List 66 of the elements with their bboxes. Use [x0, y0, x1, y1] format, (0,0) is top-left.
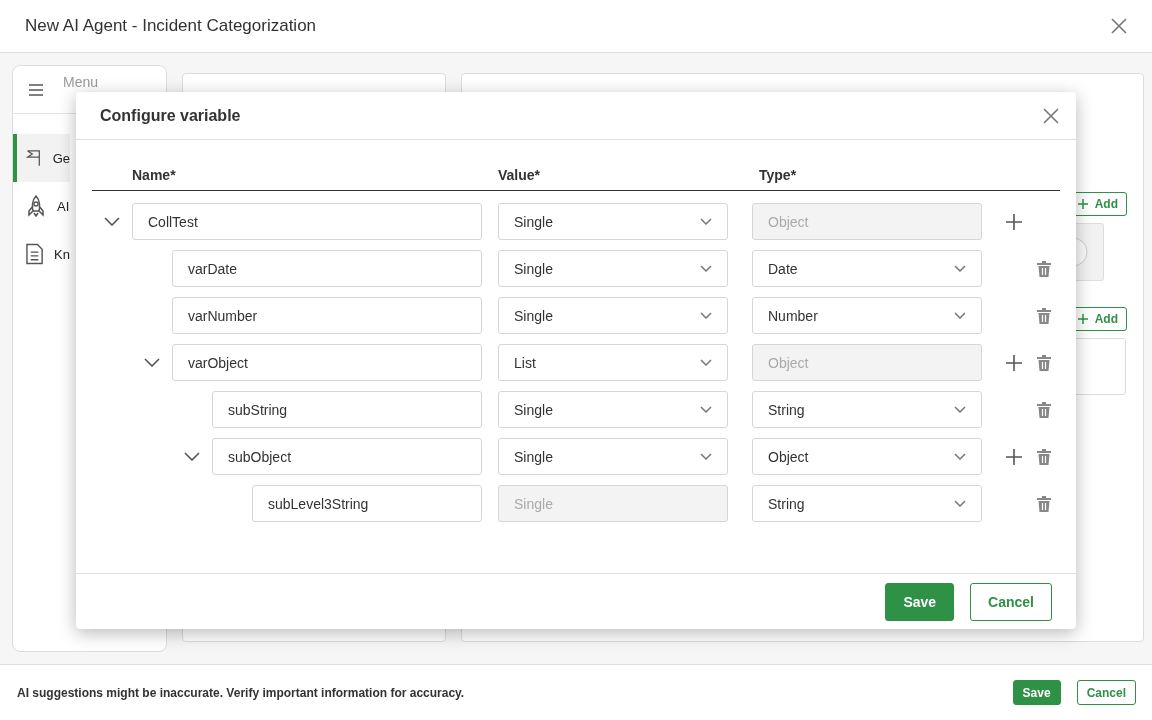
name-field[interactable]: varObject	[172, 344, 482, 381]
trash-icon[interactable]	[1037, 307, 1051, 324]
trash-icon[interactable]	[1037, 448, 1051, 465]
chevron-down-icon	[954, 453, 966, 460]
name-field[interactable]: subLevel3String	[252, 485, 482, 522]
rocket-icon	[26, 195, 46, 217]
window-title: New AI Agent - Incident Categorization	[25, 16, 317, 36]
type-dropdown: Object	[752, 203, 982, 240]
close-icon[interactable]	[1111, 18, 1127, 34]
chevron-down-icon	[700, 265, 712, 272]
column-header: Type*	[759, 167, 797, 183]
chevron-down-icon	[700, 218, 712, 225]
sidebar-item[interactable]: Kn	[13, 230, 70, 278]
sidebar-item[interactable]: AI	[13, 182, 70, 230]
trash-icon[interactable]	[1037, 354, 1051, 371]
document-icon	[26, 243, 44, 265]
plus-icon[interactable]	[1077, 199, 1088, 209]
trash-icon[interactable]	[1037, 401, 1051, 418]
cancel-button[interactable]: Cancel	[1076, 680, 1136, 705]
chevron-down-icon[interactable]	[144, 358, 160, 367]
type-dropdown[interactable]: Object	[752, 438, 982, 475]
name-field[interactable]: CollTest	[132, 203, 482, 240]
trash-icon[interactable]	[1037, 495, 1051, 512]
name-field[interactable]: subString	[212, 391, 482, 428]
value-dropdown[interactable]: Single	[498, 250, 728, 287]
column-header: Value*	[498, 167, 542, 183]
flag-icon	[26, 147, 42, 169]
chevron-down-icon	[700, 312, 712, 319]
chevron-down-icon	[954, 406, 966, 413]
sidebar-item[interactable]: Ge	[13, 134, 70, 182]
chevron-down-icon[interactable]	[104, 217, 120, 226]
save-button[interactable]: Save	[1012, 680, 1061, 705]
type-dropdown: Object	[752, 344, 982, 381]
menu-label: Menu	[63, 74, 99, 89]
plus-icon[interactable]	[1006, 448, 1022, 465]
column-header: Name*	[131, 167, 177, 183]
close-icon[interactable]	[1043, 107, 1059, 124]
type-dropdown[interactable]: Number	[752, 297, 982, 334]
chevron-down-icon	[954, 265, 966, 272]
value-dropdown[interactable]: Single	[498, 438, 728, 475]
cancel-button[interactable]: Cancel	[970, 582, 1052, 621]
chevron-down-icon[interactable]	[184, 452, 200, 461]
chevron-down-icon	[700, 359, 712, 366]
plus-icon[interactable]	[1006, 354, 1022, 371]
type-dropdown[interactable]: Date	[752, 250, 982, 287]
plus-icon[interactable]	[1006, 213, 1022, 230]
type-dropdown[interactable]: String	[752, 391, 982, 428]
disclaimer-text: AI suggestions might be inaccurate. Verify important information for accuracy.	[17, 685, 466, 700]
menu-icon[interactable]	[29, 83, 43, 96]
type-dropdown[interactable]: String	[752, 485, 982, 522]
trash-icon[interactable]	[1037, 260, 1051, 277]
plus-icon[interactable]	[1077, 314, 1088, 324]
value-dropdown[interactable]: List	[498, 344, 728, 381]
chevron-down-icon	[954, 312, 966, 319]
value-dropdown: Single	[498, 485, 728, 522]
value-dropdown[interactable]: Single	[498, 391, 728, 428]
save-button[interactable]: Save	[885, 582, 955, 621]
value-dropdown[interactable]: Single	[498, 297, 728, 334]
name-field[interactable]: varNumber	[172, 297, 482, 334]
value-dropdown[interactable]: Single	[498, 203, 728, 240]
chevron-down-icon	[954, 500, 966, 507]
chevron-down-icon	[700, 406, 712, 413]
name-field[interactable]: subObject	[212, 438, 482, 475]
chevron-down-icon	[700, 453, 712, 460]
dialog-title: Configure variable	[100, 106, 241, 125]
name-field[interactable]: varDate	[172, 250, 482, 287]
